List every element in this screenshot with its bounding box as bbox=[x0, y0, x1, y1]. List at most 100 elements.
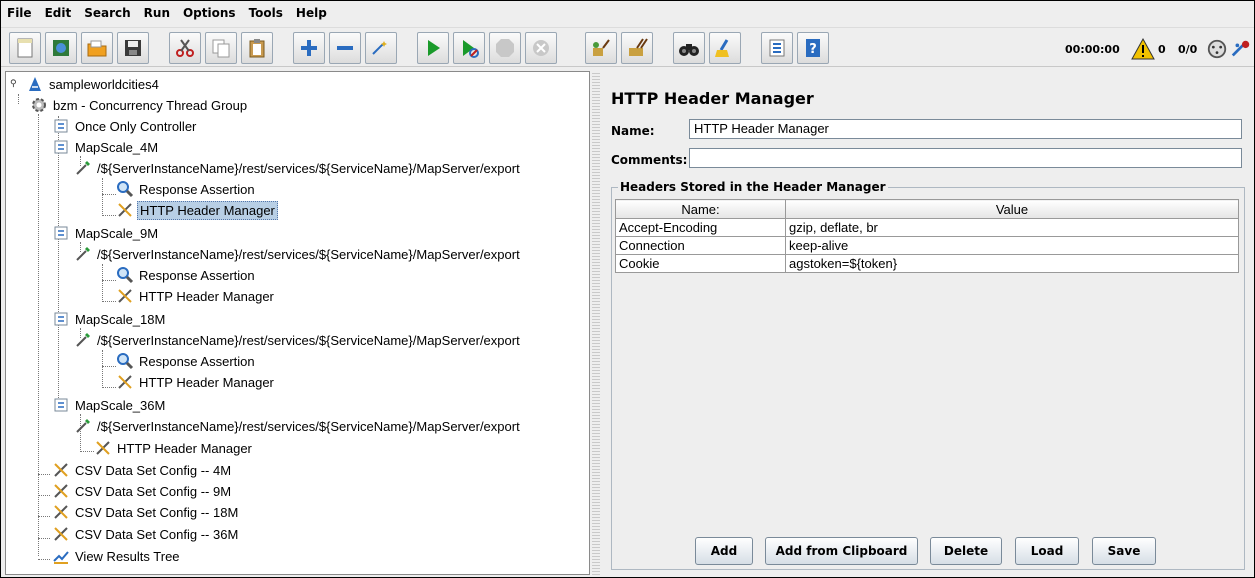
delete-button[interactable]: Delete bbox=[930, 537, 1002, 565]
table-row[interactable]: Connection keep-alive bbox=[615, 236, 1239, 255]
tree-node-mapscale-18m[interactable]: MapScale_18M bbox=[52, 309, 167, 329]
stop-icon bbox=[496, 39, 514, 57]
menu-options[interactable]: Options bbox=[183, 6, 236, 20]
add-button[interactable]: Add bbox=[695, 537, 753, 565]
menu-run[interactable]: Run bbox=[144, 6, 170, 20]
tree-node-test-plan[interactable]: sampleworldcities4 bbox=[26, 74, 161, 94]
templates-icon bbox=[53, 40, 69, 56]
wrench-screwdriver-icon bbox=[118, 289, 132, 303]
start-button[interactable] bbox=[417, 32, 449, 64]
copy-icon bbox=[212, 39, 230, 58]
gear-icon bbox=[32, 98, 46, 112]
tree-node-header-manager-36m[interactable]: HTTP Header Manager bbox=[94, 438, 254, 458]
expand-all-button[interactable] bbox=[293, 32, 325, 64]
tree-node-header-manager-9m[interactable]: HTTP Header Manager bbox=[116, 286, 276, 306]
tree-node-response-assertion-18m[interactable]: Response Assertion bbox=[116, 351, 257, 371]
header-value-cell[interactable]: gzip, deflate, br bbox=[785, 218, 1239, 237]
shutdown-button[interactable] bbox=[525, 32, 557, 64]
tree-connector bbox=[102, 215, 116, 216]
table-row[interactable]: Accept-Encoding gzip, deflate, br bbox=[615, 218, 1239, 237]
headers-group-title: Headers Stored in the Header Manager bbox=[618, 180, 888, 194]
copy-button[interactable] bbox=[205, 32, 237, 64]
remote-engine-indicator[interactable] bbox=[1230, 36, 1252, 62]
tree-node-mapscale-36m[interactable]: MapScale_36M bbox=[52, 395, 167, 415]
tree-node-header-manager-4m[interactable]: HTTP Header Manager bbox=[116, 200, 278, 220]
tree-node-response-assertion-9m[interactable]: Response Assertion bbox=[116, 265, 257, 285]
save-button[interactable]: Save bbox=[1092, 537, 1156, 565]
name-field[interactable]: HTTP Header Manager bbox=[689, 119, 1242, 139]
tree-node-header-manager-18m[interactable]: HTTP Header Manager bbox=[116, 372, 276, 392]
templates-button[interactable] bbox=[45, 32, 77, 64]
wrench-screwdriver-icon bbox=[54, 463, 68, 477]
play-no-timers-icon bbox=[463, 40, 479, 58]
stop-button[interactable] bbox=[489, 32, 521, 64]
clear-broom-icon bbox=[593, 39, 610, 56]
tree-node-mapscale-9m[interactable]: MapScale_9M bbox=[52, 223, 160, 243]
tree-node-http-sampler-4m[interactable]: /${ServerInstanceName}/rest/services/${S… bbox=[74, 158, 522, 178]
tree-node-once-only-controller[interactable]: Once Only Controller bbox=[52, 116, 198, 136]
cut-button[interactable] bbox=[169, 32, 201, 64]
new-button[interactable] bbox=[9, 32, 41, 64]
add-from-clipboard-button[interactable]: Add from Clipboard bbox=[765, 537, 918, 565]
menu-help[interactable]: Help bbox=[296, 6, 327, 20]
panel-title: HTTP Header Manager bbox=[611, 89, 814, 108]
menu-file[interactable]: File bbox=[7, 6, 32, 20]
paste-button[interactable] bbox=[241, 32, 273, 64]
tree-node-http-sampler-18m[interactable]: /${ServerInstanceName}/rest/services/${S… bbox=[74, 330, 522, 350]
column-header-value[interactable]: Value bbox=[785, 199, 1239, 219]
name-label: Name: bbox=[611, 124, 655, 138]
tree-node-csv-9m[interactable]: CSV Data Set Config -- 9M bbox=[52, 481, 233, 501]
clear-button[interactable] bbox=[585, 32, 617, 64]
expand-toggle[interactable]: ⚲ bbox=[10, 79, 20, 89]
scissors-icon bbox=[176, 39, 194, 57]
tree-node-csv-36m[interactable]: CSV Data Set Config -- 36M bbox=[52, 524, 240, 544]
warning-indicator[interactable]: 0 bbox=[1131, 36, 1166, 62]
headers-group: Headers Stored in the Header Manager Nam… bbox=[611, 180, 1245, 570]
headers-table-area: Name: Value Accept-Encoding gzip, deflat… bbox=[615, 199, 1239, 513]
load-button[interactable]: Load bbox=[1015, 537, 1079, 565]
header-name-cell[interactable]: Cookie bbox=[615, 254, 786, 273]
menu-edit[interactable]: Edit bbox=[45, 6, 72, 20]
tree-connector bbox=[102, 387, 116, 388]
toggle-wand-icon bbox=[372, 41, 387, 55]
tree-node-http-sampler-9m[interactable]: /${ServerInstanceName}/rest/services/${S… bbox=[74, 244, 522, 264]
clear-all-button[interactable] bbox=[621, 32, 653, 64]
reset-search-button[interactable] bbox=[709, 32, 741, 64]
menu-search[interactable]: Search bbox=[84, 6, 130, 20]
tree-node-view-results-tree[interactable]: View Results Tree bbox=[52, 546, 182, 566]
menu-bar: File Edit Search Run Options Tools Help bbox=[1, 1, 1254, 25]
header-value-cell[interactable]: agstoken=${token} bbox=[785, 254, 1239, 273]
controller-icon bbox=[54, 226, 68, 240]
tree-node-response-assertion-4m[interactable]: Response Assertion bbox=[116, 179, 257, 199]
magnifier-icon bbox=[117, 267, 134, 284]
function-helper-button[interactable] bbox=[761, 32, 793, 64]
column-header-name[interactable]: Name: bbox=[615, 199, 786, 219]
pipette-icon bbox=[76, 333, 90, 347]
tree-node-http-sampler-36m[interactable]: /${ServerInstanceName}/rest/services/${S… bbox=[74, 416, 522, 436]
wrench-screwdriver-icon bbox=[54, 527, 68, 541]
play-icon bbox=[428, 40, 440, 56]
save-toolbar-button[interactable] bbox=[117, 32, 149, 64]
comments-label: Comments: bbox=[611, 153, 688, 167]
tree-node-csv-18m[interactable]: CSV Data Set Config -- 18M bbox=[52, 502, 240, 522]
tree-node-thread-group[interactable]: bzm - Concurrency Thread Group bbox=[30, 95, 249, 115]
tree-node-mapscale-4m[interactable]: MapScale_4M bbox=[52, 137, 160, 157]
search-button[interactable] bbox=[673, 32, 705, 64]
folder-open-icon bbox=[87, 40, 107, 57]
toggle-button[interactable] bbox=[365, 32, 397, 64]
timer-display: 00:00:00 bbox=[1065, 36, 1120, 62]
open-button[interactable] bbox=[81, 32, 113, 64]
collapse-all-button[interactable] bbox=[329, 32, 361, 64]
tree-node-csv-4m[interactable]: CSV Data Set Config -- 4M bbox=[52, 460, 233, 480]
tree-connector bbox=[102, 280, 116, 281]
comments-field[interactable] bbox=[689, 148, 1242, 168]
header-value-cell[interactable]: keep-alive bbox=[785, 236, 1239, 255]
header-name-cell[interactable]: Connection bbox=[615, 236, 786, 255]
table-row[interactable]: Cookie agstoken=${token} bbox=[615, 254, 1239, 273]
start-no-pauses-button[interactable] bbox=[453, 32, 485, 64]
tree-connector bbox=[102, 301, 116, 302]
help-button[interactable]: ? bbox=[797, 32, 829, 64]
panel-splitter[interactable] bbox=[592, 71, 600, 575]
menu-tools[interactable]: Tools bbox=[249, 6, 283, 20]
header-name-cell[interactable]: Accept-Encoding bbox=[615, 218, 786, 237]
